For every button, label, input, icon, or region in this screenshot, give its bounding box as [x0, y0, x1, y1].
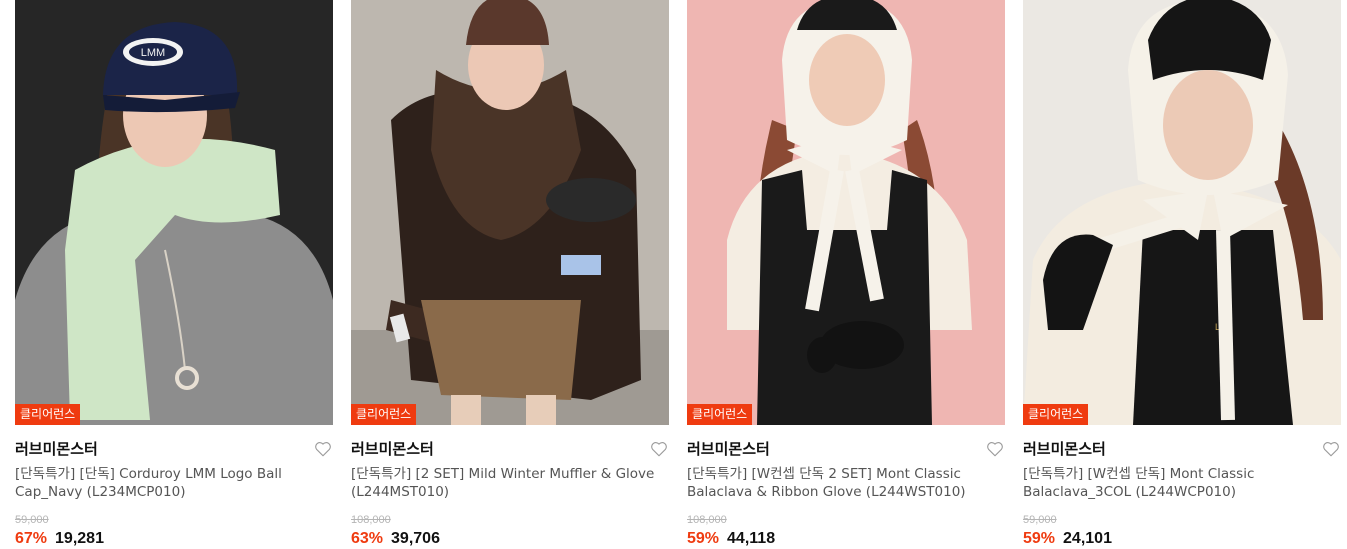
product-card[interactable]: LG 클리어런스 러브미몬스터 [단독특가] [W컨셉 단독]: [1023, 0, 1341, 549]
product-image[interactable]: LG 클리어런스: [1023, 0, 1341, 425]
sale-price: 39,706: [391, 530, 440, 547]
heart-outline-icon[interactable]: [986, 440, 1004, 458]
product-image[interactable]: LMM 클리어런스: [15, 0, 333, 425]
product-title[interactable]: [단독특가] [단독] Corduroy LMM Logo Ball Cap_N…: [15, 465, 333, 501]
product-image[interactable]: 클리어런스: [351, 0, 669, 425]
discount-rate: 63%: [351, 530, 384, 547]
product-image[interactable]: 클리어런스: [687, 0, 1005, 425]
brand-name[interactable]: 러브미몬스터: [15, 440, 98, 458]
brand-name[interactable]: 러브미몬스터: [1023, 440, 1106, 458]
sale-price: 44,118: [727, 530, 776, 547]
original-price: 59,000: [1023, 514, 1057, 526]
brand-name[interactable]: 러브미몬스터: [351, 440, 434, 458]
clearance-badge: 클리어런스: [351, 404, 417, 425]
sale-price: 24,101: [1063, 530, 1112, 547]
discount-rate: 59%: [1023, 530, 1056, 547]
product-title[interactable]: [단독특가] [W컨셉 단독 2 SET] Mont Classic Balac…: [687, 465, 1005, 501]
sale-price: 19,281: [55, 530, 104, 547]
discount-rate: 59%: [687, 530, 720, 547]
clearance-badge: 클리어런스: [687, 404, 753, 425]
heart-outline-icon[interactable]: [314, 440, 332, 458]
original-price: 108,000: [687, 514, 727, 526]
product-title[interactable]: [단독특가] [W컨셉 단독] Mont Classic Balaclava_3…: [1023, 465, 1341, 501]
heart-outline-icon[interactable]: [650, 440, 668, 458]
original-price: 59,000: [15, 514, 49, 526]
original-price: 108,000: [351, 514, 391, 526]
product-grid: LMM 클리어런스 러브미몬스터 [단독특가] [단독] Corduroy LM…: [0, 0, 1347, 549]
product-card[interactable]: 클리어런스 러브미몬스터 [단독특가] [W컨셉 단독 2 SET] Mont …: [687, 0, 1005, 549]
cap-logo-text: LMM: [141, 47, 165, 59]
product-card[interactable]: LMM 클리어런스 러브미몬스터 [단독특가] [단독] Corduroy LM…: [15, 0, 333, 549]
brand-name[interactable]: 러브미몬스터: [687, 440, 770, 458]
product-card[interactable]: 클리어런스 러브미몬스터 [단독특가] [2 SET] Mild Winter …: [351, 0, 669, 549]
clearance-badge: 클리어런스: [15, 404, 81, 425]
product-title[interactable]: [단독특가] [2 SET] Mild Winter Muffler & Glo…: [351, 465, 669, 501]
discount-rate: 67%: [15, 530, 48, 547]
clearance-badge: 클리어런스: [1023, 404, 1089, 425]
heart-outline-icon[interactable]: [1322, 440, 1340, 458]
